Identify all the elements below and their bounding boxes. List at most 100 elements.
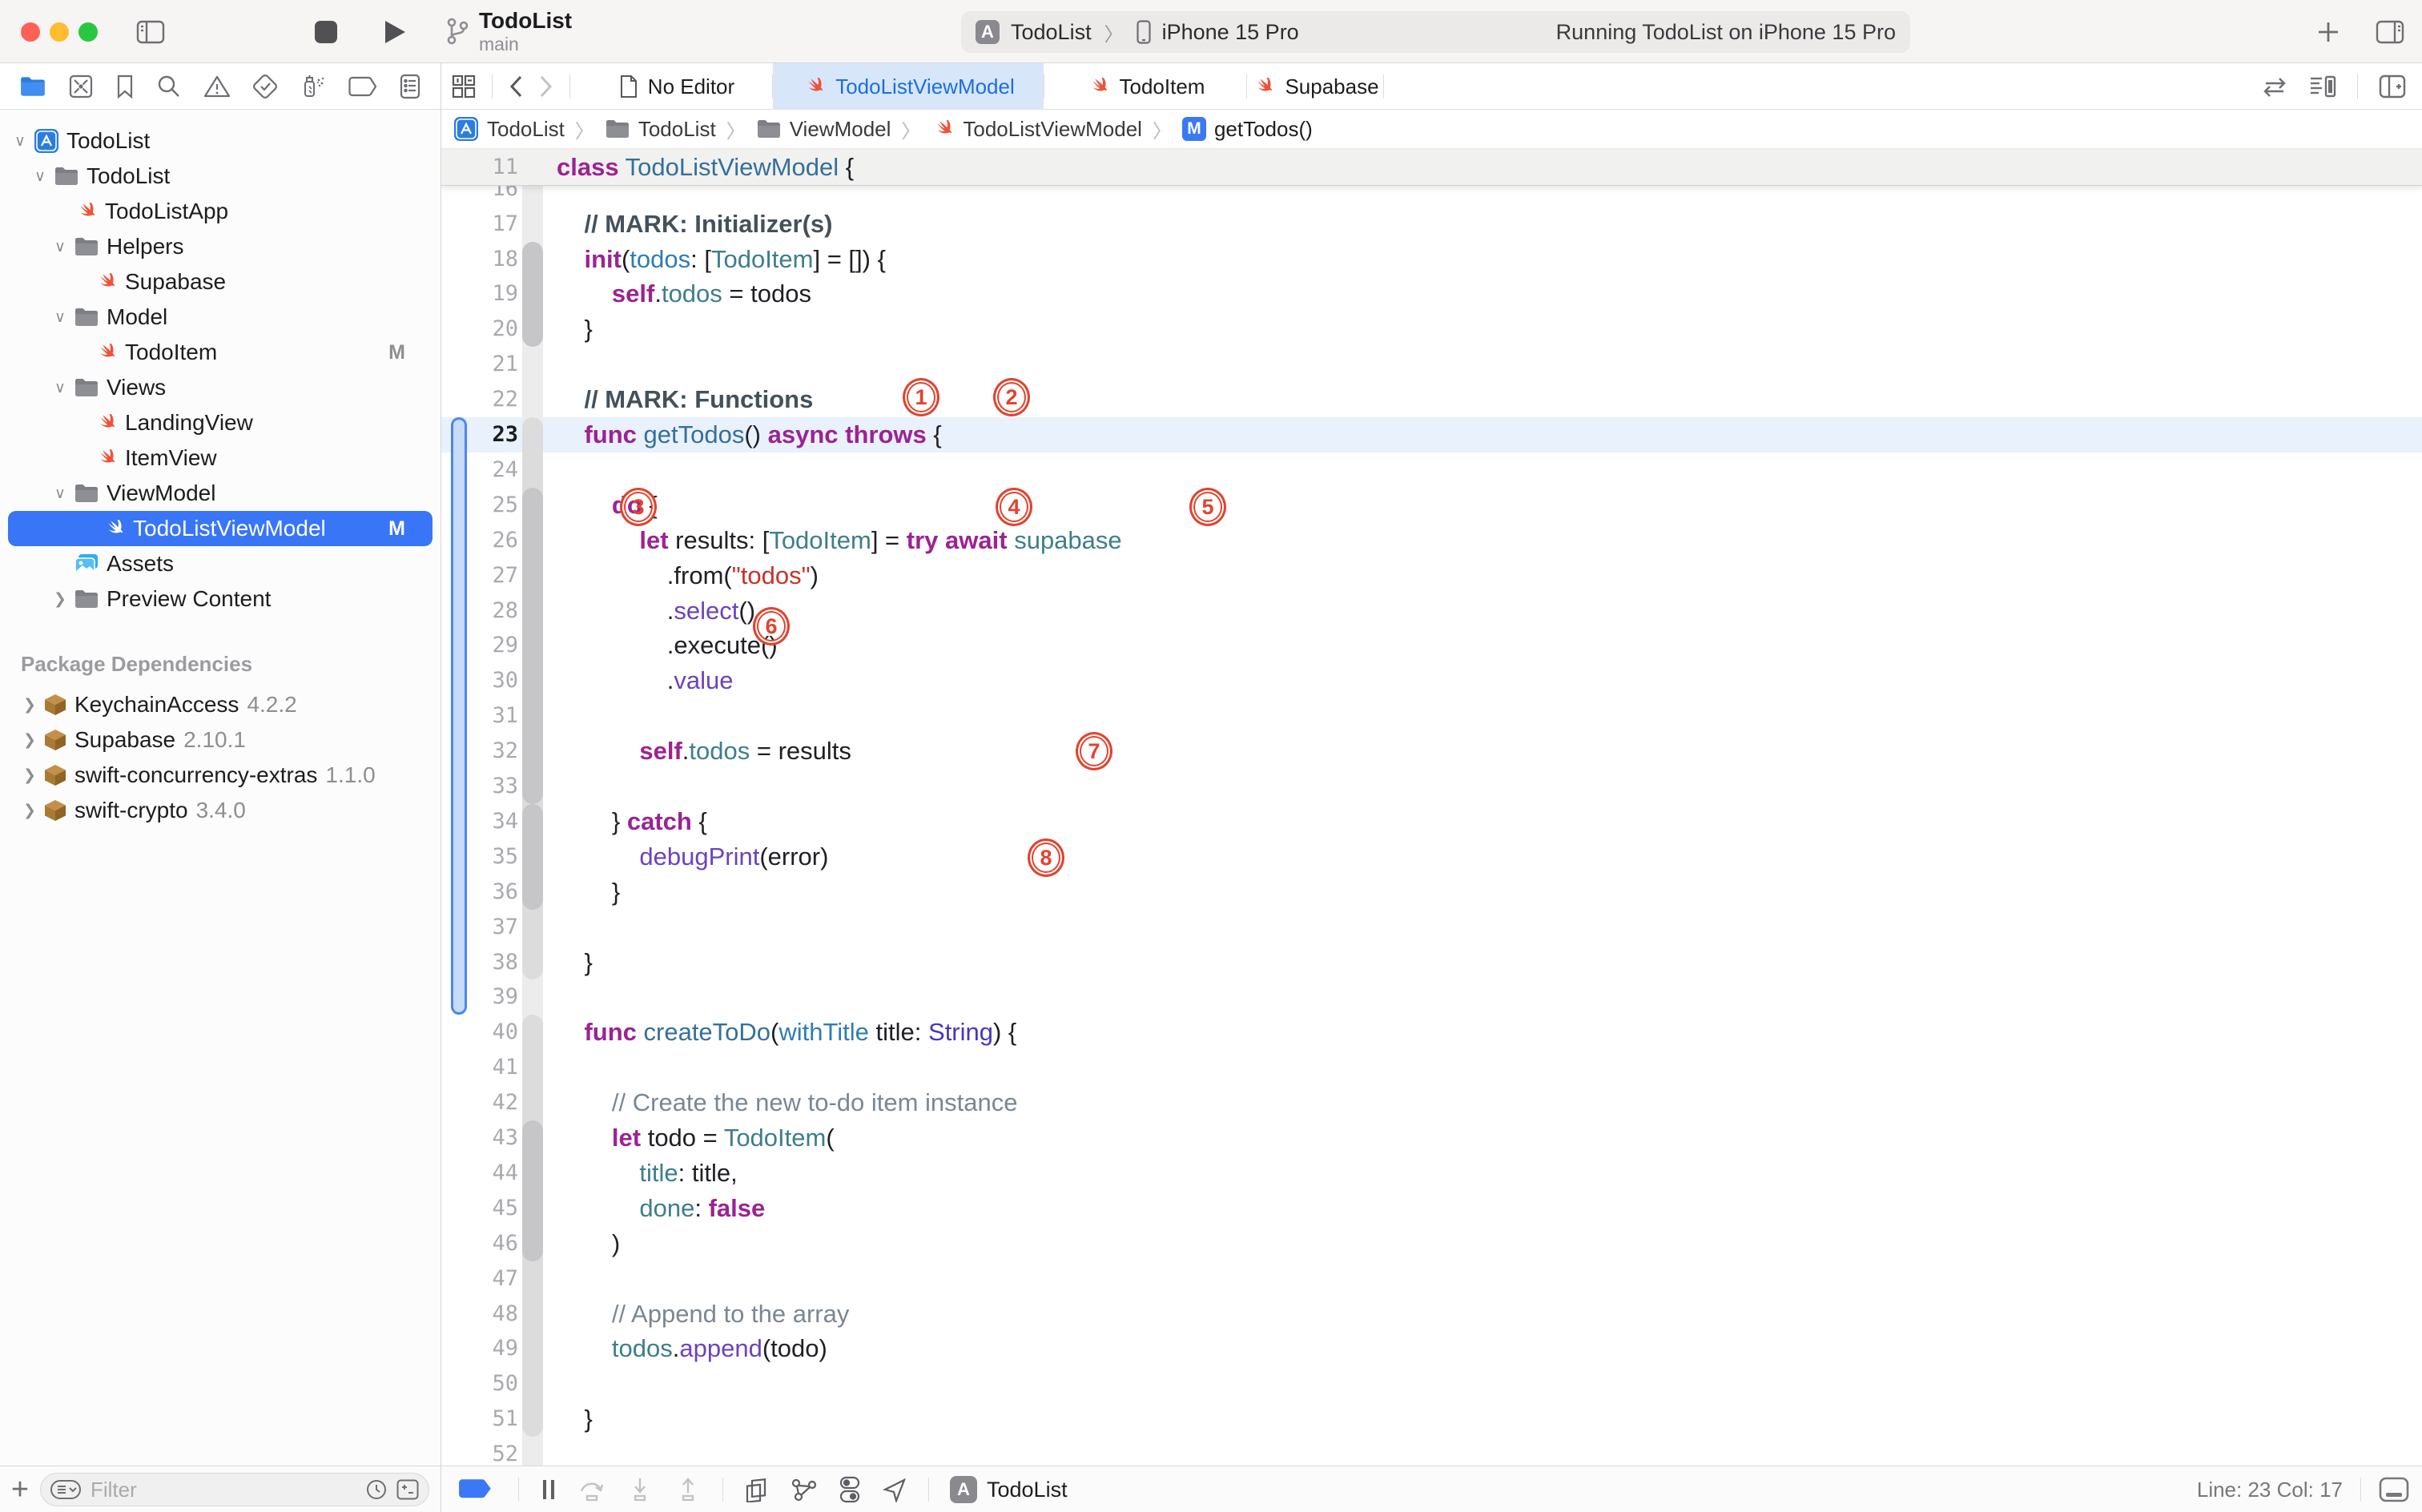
code-line[interactable]: 28 .select() [441,593,2422,629]
breakpoints-toggle-icon[interactable] [456,1477,497,1502]
disclosure-chevron-icon[interactable]: ❯ [51,590,69,609]
line-number[interactable]: 19 [441,276,518,312]
fold-region[interactable] [522,804,543,910]
code-line[interactable]: 34 } catch { [441,804,2422,839]
code-line[interactable]: 46 ) [441,1226,2422,1261]
show-only-changes-icon[interactable] [396,1479,419,1500]
breadcrumb-item[interactable]: TodoListViewModel [931,117,1142,142]
line-number[interactable]: 48 [441,1297,518,1332]
code-line[interactable]: 33 [441,769,2422,804]
toggle-debug-area-icon[interactable] [2379,1477,2409,1502]
project-navigator-icon[interactable] [19,75,46,98]
scheme-name[interactable]: TodoList [1011,20,1092,45]
line-number[interactable]: 22 [441,382,518,417]
code-line[interactable]: 35 debugPrint(error) [441,839,2422,875]
sticky-scope-header[interactable]: 11class TodoListViewModel { [441,149,2422,186]
navigator-filter-field[interactable]: Filter [40,1473,429,1506]
run-destination[interactable]: iPhone 15 Pro [1162,20,1299,45]
code-line[interactable]: 40 func createToDo(withTitle title: Stri… [441,1015,2422,1050]
code-line[interactable]: 30 .value [441,663,2422,698]
disclosure-chevron-icon[interactable]: ❯ [21,696,38,714]
code-review-icon[interactable] [2261,75,2288,98]
related-items-icon[interactable] [452,74,476,99]
code-line[interactable]: 19 self.todos = todos [441,276,2422,312]
disclosure-chevron-icon[interactable]: ∨ [51,308,69,327]
view-hierarchy-icon[interactable] [744,1477,770,1502]
code-line[interactable]: 45 done: false [441,1191,2422,1226]
code-line[interactable]: 38 } [441,945,2422,980]
close-window-button[interactable] [21,22,40,42]
reports-navigator-icon[interactable] [399,74,421,99]
toggle-inspector-icon[interactable] [2376,20,2404,44]
code-line[interactable]: 52 [441,1437,2422,1466]
line-number[interactable]: 47 [441,1261,518,1297]
sidebar-item-todolist[interactable]: ∨TodoList [0,159,441,194]
sidebar-item-helpers[interactable]: ∨Helpers [0,229,441,264]
zoom-window-button[interactable] [78,22,98,42]
code-line[interactable]: 37 [441,910,2422,945]
line-number[interactable]: 52 [441,1437,518,1466]
code-line[interactable]: 32 self.todos = results [441,734,2422,769]
code-line[interactable]: 22 // MARK: Functions [441,382,2422,417]
package-item-swift-crypto[interactable]: ❯swift-crypto3.4.0 [0,793,441,828]
code-line[interactable]: 43 let todo = TodoItem( [441,1120,2422,1156]
breadcrumb-item[interactable]: TodoList [453,116,565,142]
line-number[interactable]: 40 [441,1015,518,1050]
line-number[interactable]: 45 [441,1191,518,1226]
code-line[interactable]: 21 [441,347,2422,382]
code-line[interactable]: 47 [441,1261,2422,1297]
code-line[interactable]: 24 [441,452,2422,488]
breadcrumb-item[interactable]: TodoList [605,117,716,142]
line-number[interactable]: 42 [441,1085,518,1120]
breakpoints-navigator-icon[interactable] [348,76,377,97]
line-number[interactable]: 49 [441,1331,518,1366]
line-number[interactable]: 51 [441,1401,518,1437]
simulate-location-icon[interactable] [882,1477,907,1502]
package-item-keychainaccess[interactable]: ❯KeychainAccess4.2.2 [0,687,441,722]
disclosure-chevron-icon[interactable]: ❯ [21,802,38,820]
package-item-swift-concurrency-extras[interactable]: ❯swift-concurrency-extras1.1.0 [0,758,441,793]
line-number[interactable]: 21 [441,347,518,382]
code-line[interactable]: 50 [441,1366,2422,1401]
code-line[interactable]: 23 func getTodos() async throws { [441,417,2422,452]
sidebar-item-viewmodel[interactable]: ∨ViewModel [0,476,441,511]
line-number[interactable]: 44 [441,1156,518,1191]
pause-icon[interactable] [540,1478,557,1502]
code-line[interactable]: 39 [441,979,2422,1015]
running-app-indicator[interactable]: A TodoList [950,1476,1068,1503]
sidebar-item-assets[interactable]: Assets [0,546,441,581]
package-item-supabase[interactable]: ❯Supabase2.10.1 [0,722,441,758]
line-number[interactable]: 46 [441,1226,518,1261]
code-line[interactable]: 29 .execute() [441,628,2422,663]
breadcrumb-item[interactable]: ViewModel [756,117,891,142]
line-number[interactable]: 20 [441,312,518,347]
sidebar-item-supabase[interactable]: Supabase [0,264,441,300]
toggle-navigator-icon[interactable] [136,20,165,44]
code-line[interactable]: 44 title: title, [441,1156,2422,1191]
bookmarks-navigator-icon[interactable] [115,74,135,99]
line-number[interactable]: 18 [441,242,518,277]
tab-todoitem[interactable]: TodoItem [1044,63,1246,110]
recent-files-clock-icon[interactable] [366,1479,387,1500]
source-editor[interactable]: 1617 // MARK: Initializer(s)18 init(todo… [441,149,2422,1466]
tab-supabase[interactable]: Supabase [1247,63,1383,110]
code-line[interactable]: 27 .from("todos") [441,558,2422,593]
disclosure-chevron-icon[interactable]: ❯ [21,766,38,785]
line-number[interactable]: 17 [441,207,518,242]
fold-region[interactable] [522,488,543,804]
add-file-button[interactable]: + [0,1473,40,1507]
minimap-icon[interactable] [2309,74,2336,99]
minimize-window-button[interactable] [50,22,69,42]
disclosure-chevron-icon[interactable]: ∨ [51,379,69,397]
sidebar-item-todoitem[interactable]: TodoItemM [0,335,441,370]
code-line[interactable]: 25 do { [441,488,2422,523]
disclosure-chevron-icon[interactable]: ∨ [31,167,49,186]
tests-navigator-icon[interactable] [252,74,278,99]
breadcrumb-item[interactable]: MgetTodos() [1182,117,1313,142]
sidebar-item-model[interactable]: ∨Model [0,300,441,335]
disclosure-chevron-icon[interactable]: ❯ [21,731,38,750]
line-number[interactable]: 43 [441,1120,518,1156]
disclosure-chevron-icon[interactable]: ∨ [51,238,69,256]
disclosure-chevron-icon[interactable]: ∨ [11,132,29,151]
tab-no-editor[interactable]: No Editor [581,63,772,110]
